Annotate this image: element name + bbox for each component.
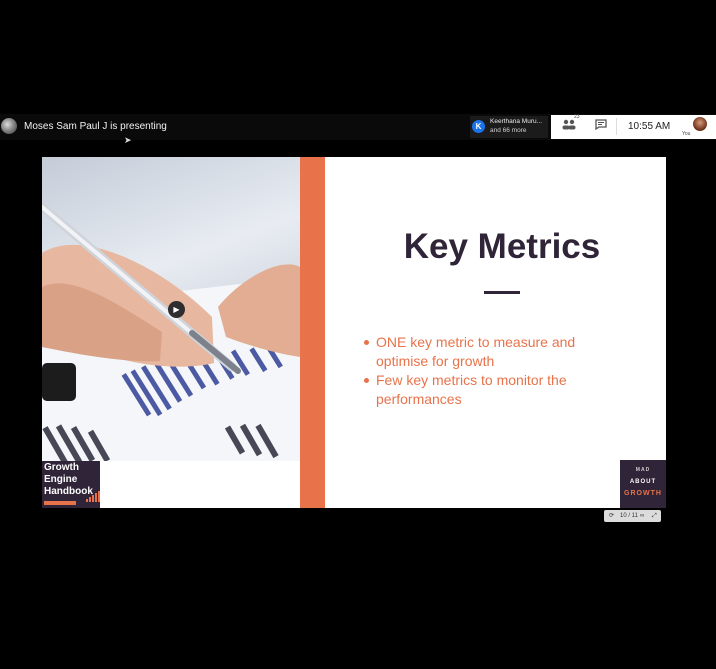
page-indicator: 10 / 11 (620, 513, 638, 519)
bullet-item: ONE key metric to measure and optimise f… (362, 333, 612, 371)
self-label: You (682, 131, 691, 137)
slide-photo: ▶ (42, 157, 300, 461)
mad-line-2: ABOUT (629, 479, 657, 485)
expand-icon[interactable]: ⤢ (652, 510, 657, 522)
controls-divider (616, 118, 617, 135)
people-icon[interactable]: 23 (561, 114, 580, 134)
logo-line-2: Engine (44, 474, 78, 485)
presentation-slide: ▶ Growth Engine Handbook Key Metrics ONE… (42, 157, 666, 508)
participant-avatar: K (472, 120, 485, 133)
self-avatar[interactable] (693, 117, 707, 131)
participant-more-count: and 66 more (490, 127, 527, 134)
slide-title: Key Metrics (403, 227, 601, 266)
participant-name: Keerthana Muru... (490, 118, 543, 125)
participant-count: 23 (574, 114, 580, 120)
logo-orange-bar (44, 501, 76, 505)
orange-divider-strip (300, 157, 325, 508)
chat-icon[interactable] (595, 119, 607, 133)
bullet-dot-icon (364, 378, 369, 383)
play-icon[interactable]: ▶ (168, 301, 185, 318)
bullet-text: Few key metrics to monitor the performan… (376, 372, 567, 407)
presenter-status-text: Moses Sam Paul J is presenting (24, 121, 167, 132)
bullet-text: ONE key metric to measure and optimise f… (376, 334, 576, 369)
title-underline (484, 291, 520, 294)
slide-navigation[interactable]: ⟳ 10 / 11 ∞ ⤢ (604, 510, 661, 522)
bullet-item: Few key metrics to monitor the performan… (362, 371, 612, 409)
presenter-avatar (1, 118, 17, 134)
mad-line-1: MAD (635, 467, 651, 473)
clock-time: 10:55 AM (628, 121, 671, 132)
mad-line-3: GROWTH (624, 490, 662, 497)
bullet-list: ONE key metric to measure and optimise f… (362, 333, 612, 409)
refresh-icon[interactable]: ⟳ (609, 510, 614, 522)
bar-chart-icon (86, 484, 101, 502)
link-icon[interactable]: ∞ (640, 510, 644, 522)
mad-about-growth-logo: MAD ABOUT GROWTH (620, 460, 666, 508)
bullet-dot-icon (364, 340, 369, 345)
mouse-cursor-icon: ➤ (124, 135, 132, 145)
logo-line-1: Growth (44, 462, 79, 473)
